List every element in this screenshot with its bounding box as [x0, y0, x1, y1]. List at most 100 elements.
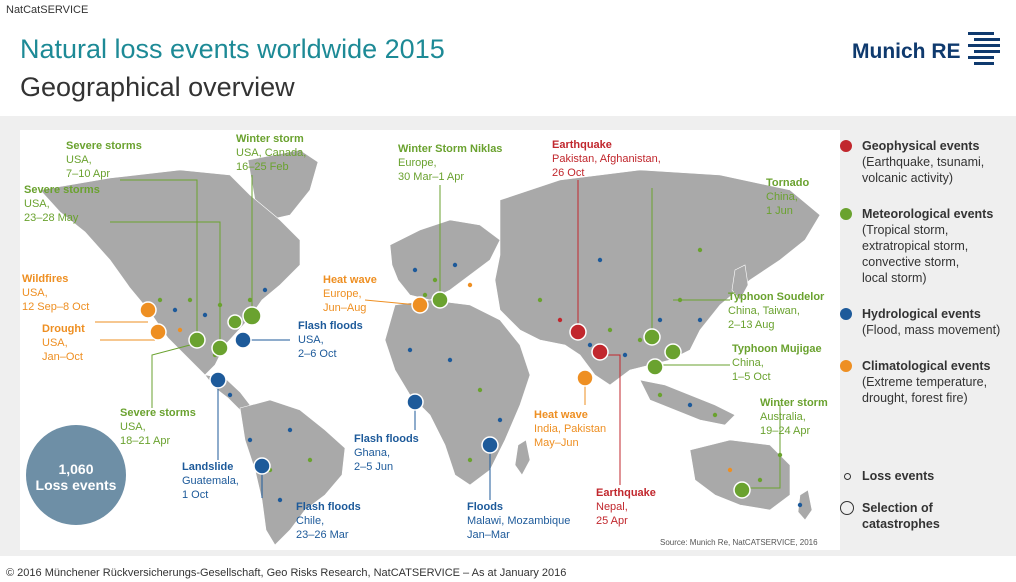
annotation-earthquake-pakistan: Earthquake Pakistan, Afghanistan, 26 Oct — [552, 138, 661, 180]
loss-dot — [277, 497, 283, 503]
loss-dot — [557, 317, 563, 323]
annotation-line: USA, Canada, — [236, 147, 307, 159]
annotation-line: 2–13 Aug — [728, 319, 775, 331]
annotation-title: Flash floods — [296, 501, 361, 513]
annotation-line: USA, — [120, 421, 146, 433]
catastrophe-marker — [411, 296, 429, 314]
annotation-line: China, Taiwan, — [728, 305, 800, 317]
catastrophe-marker — [234, 331, 252, 349]
annotation-line: Ghana, — [354, 447, 391, 459]
legend-desc: extratropical storm, — [862, 239, 969, 253]
annotation-flash-floods-ghana: Flash floods Ghana, 2–5 Jun — [354, 432, 419, 474]
annotation-winter-storm-us: Winter storm USA, Canada, 16–25 Feb — [236, 132, 306, 174]
annotation-flash-floods-usa: Flash floods USA, 2–6 Oct — [298, 319, 363, 361]
loss-dot — [537, 297, 543, 303]
annotation-title: Winter storm — [236, 133, 304, 145]
annotation-title: Floods — [467, 501, 504, 513]
annotation-line: USA, — [66, 154, 92, 166]
annotation-line: 1–5 Oct — [732, 371, 771, 383]
annotation-severe-storms-apr: Severe storms USA, 7–10 Apr — [66, 139, 142, 181]
annotation-typhoon-soudelor: Typhoon Soudelor China, Taiwan, 2–13 Aug — [728, 290, 824, 332]
service-label: NatCatSERVICE — [6, 4, 89, 16]
annotation-line: Jan–Mar — [467, 529, 510, 541]
loss-dot — [477, 387, 483, 393]
annotation-tornado: Tornado China, 1 Jun — [766, 176, 809, 218]
annotation-line: Australia, — [760, 411, 806, 423]
total-label: Loss events — [35, 477, 117, 493]
annotation-title: Flash floods — [354, 433, 419, 445]
hydrological-dot-icon — [840, 308, 852, 320]
annotation-line: 23–26 Mar — [296, 529, 349, 541]
loss-dot — [422, 292, 428, 298]
annotation-line: 26 Oct — [552, 167, 585, 179]
annotation-title: Heat wave — [534, 409, 588, 421]
loss-dot — [177, 327, 183, 333]
legend-desc: (Earthquake, tsunami, — [862, 155, 985, 169]
loss-dot — [412, 267, 418, 273]
annotation-line: Jan–Oct — [42, 351, 83, 363]
catastrophe-marker — [209, 371, 227, 389]
legend-title: catastrophes — [862, 517, 940, 531]
annotation-wildfires: Wildfires USA, 12 Sep–8 Oct — [22, 272, 89, 314]
loss-dot — [657, 317, 663, 323]
catastrophe-marker — [406, 393, 424, 411]
catastrophe-marker — [149, 323, 167, 341]
legend-title: Geophysical events — [862, 139, 980, 153]
annotation-line: 2–5 Jun — [354, 461, 394, 473]
munich-re-logo: Munich RE — [852, 26, 1012, 70]
annotation-flash-floods-chile: Flash floods Chile, 23–26 Mar — [296, 500, 361, 542]
total-loss-events-bubble: 1,060 Loss events — [26, 425, 126, 525]
loss-dot — [697, 247, 703, 253]
annotation-line: USA, — [298, 334, 324, 346]
annotation-title: Wildfires — [22, 273, 69, 285]
annotation-title: Flash floods — [298, 320, 363, 332]
annotation-line: 18–21 Apr — [120, 435, 171, 447]
annotation-floods-malawi: Floods Malawi, Mozambique Jan–Mar — [467, 500, 570, 542]
legend-title: Loss events — [862, 469, 935, 483]
loss-dot — [467, 282, 473, 288]
annotation-earthquake-nepal: Earthquake Nepal, 25 Apr — [596, 486, 656, 528]
logo-text: Munich RE — [852, 40, 961, 63]
loss-dot — [172, 307, 178, 313]
annotation-title: Heat wave — [323, 274, 377, 286]
annotation-severe-storms-usa-apr18: Severe storms USA, 18–21 Apr — [120, 406, 196, 448]
footer-copyright: © 2016 Münchener Rückversicherungs-Gesel… — [6, 567, 567, 579]
legend-desc: (Flood, mass movement) — [862, 323, 1001, 337]
geophysical-dot-icon — [840, 140, 852, 152]
annotation-line: Jun–Aug — [323, 302, 367, 314]
catastrophe-marker — [569, 323, 587, 341]
catastrophe-marker — [643, 328, 661, 346]
legend-desc: volcanic activity) — [862, 171, 953, 185]
total-count: 1,060 — [58, 461, 94, 477]
legend-title: Selection of — [862, 501, 933, 515]
annotation-title: Earthquake — [596, 487, 656, 499]
annotation-line: Europe, — [398, 157, 437, 169]
annotation-line: 23–28 May — [24, 212, 79, 224]
annotation-winter-storm-niklas: Winter Storm Niklas Europe, 30 Mar–1 Apr — [398, 142, 502, 184]
loss-dot — [287, 427, 293, 433]
annotation-title: Severe storms — [24, 184, 100, 196]
annotation-landslide: Landslide Guatemala, 1 Oct — [182, 460, 239, 502]
page-title: Natural loss events worldwide 2015 — [20, 34, 445, 64]
annotation-line: India, Pakistan — [534, 423, 607, 435]
annotation-line: Europe, — [323, 288, 362, 300]
loss-dot — [797, 502, 803, 508]
annotation-title: Severe storms — [66, 140, 142, 152]
loss-dot — [727, 467, 733, 473]
catastrophe-marker — [733, 481, 751, 499]
loss-dot — [227, 392, 233, 398]
climatological-dot-icon — [840, 360, 852, 372]
annotation-drought: Drought USA, Jan–Oct — [42, 322, 85, 364]
annotation-heat-wave-europe: Heat wave Europe, Jun–Aug — [323, 273, 377, 315]
loss-dot — [187, 297, 193, 303]
annotation-title: Drought — [42, 323, 85, 335]
annotation-title: Landslide — [182, 461, 234, 473]
loss-dot — [657, 392, 663, 398]
loss-dot — [247, 437, 253, 443]
catastrophe-marker — [242, 306, 262, 326]
source-note: Source: Munich Re, NatCATSERVICE, 2016 — [660, 538, 818, 547]
annotation-line: 7–10 Apr — [66, 168, 111, 180]
annotation-line: USA, — [42, 337, 68, 349]
annotation-line: 12 Sep–8 Oct — [22, 301, 90, 313]
loss-dot — [637, 337, 643, 343]
